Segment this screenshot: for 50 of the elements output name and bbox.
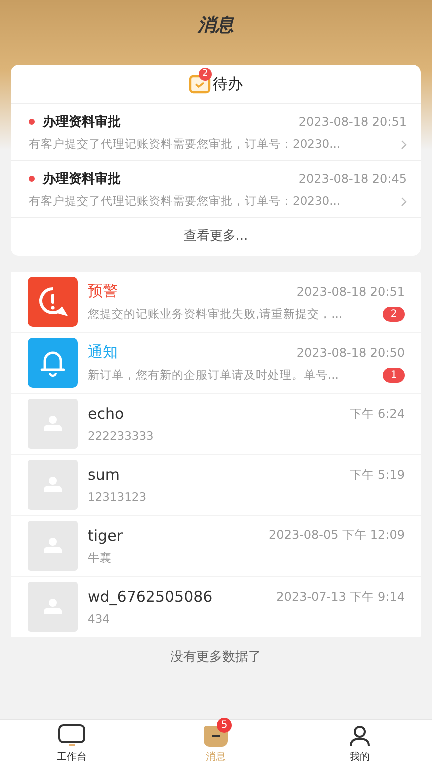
sender-name: sum	[88, 466, 120, 484]
person-icon	[348, 724, 372, 748]
bell-icon	[28, 338, 78, 388]
timestamp: 2023-08-05 下午 12:09	[269, 527, 405, 544]
sender-name: tiger	[88, 526, 123, 544]
sender-name: 预警	[88, 282, 118, 301]
message-preview: 434	[88, 612, 110, 626]
message-item[interactable]: wd_6762505086 2023-07-13 下午 9:14 434	[11, 577, 421, 638]
timestamp: 2023-08-18 20:51	[298, 115, 407, 129]
todo-item[interactable]: 办理资料审批 2023-08-18 20:51 有客户提交了代理记账资料需要您审批，订单号：20230...	[11, 104, 421, 161]
end-of-list-text: 没有更多数据了	[170, 649, 262, 666]
calendar-check-icon	[189, 74, 211, 94]
count-badge: 2	[199, 68, 212, 81]
sender-name: wd_6762505086	[88, 588, 213, 606]
message-preview: 新订单，您有新的企服订单请及时处理。单号...	[88, 368, 339, 383]
todo-title-text: 办理资料审批	[43, 170, 122, 188]
alert-icon	[28, 277, 78, 327]
nav-tab[interactable]: 5 消息	[144, 720, 288, 768]
count-badge: 5	[217, 718, 232, 733]
section-title: 待办	[213, 74, 243, 94]
chevron-right-icon	[401, 140, 407, 150]
timestamp: 2023-08-18 20:51	[296, 284, 405, 298]
view-more-link[interactable]: 查看更多...	[11, 218, 421, 256]
unread-count-badge: 2	[383, 307, 405, 322]
timestamp: 2023-07-13 下午 9:14	[276, 588, 405, 606]
todo-item[interactable]: 办理资料审批 2023-08-18 20:45 有客户提交了代理记账资料需要您审批，订单号：20230...	[11, 161, 421, 218]
message-preview: 您提交的记账业务资料审批失败,请重新提交，...	[88, 307, 343, 322]
message-item[interactable]: tiger 2023-08-05 下午 12:09 牛襄	[11, 516, 421, 577]
sender-name: 通知	[88, 343, 118, 362]
message-item[interactable]: sum 下午 5:19 12313123	[11, 455, 421, 516]
monitor-icon	[58, 724, 86, 748]
timestamp: 下午 5:19	[350, 466, 405, 484]
nav-tab[interactable]: 我的	[288, 720, 432, 768]
todo-description: 有客户提交了代理记账资料需要您审批，订单号：20230...	[29, 137, 342, 152]
message-preview: 牛襄	[88, 550, 112, 566]
todo-description: 有客户提交了代理记账资料需要您审批，订单号：20230...	[29, 194, 342, 209]
nav-tab[interactable]: 工作台	[0, 720, 144, 768]
timestamp: 下午 6:24	[350, 406, 405, 422]
todo-title-text: 办理资料审批	[43, 114, 122, 131]
message-item[interactable]: 预警 2023-08-18 20:51 您提交的记账业务资料审批失败,请重新提交，... 2	[11, 272, 421, 333]
message-preview: 12313123	[88, 490, 147, 504]
sender-name: echo	[88, 405, 124, 423]
timestamp: 2023-08-18 20:50	[296, 346, 405, 360]
chevron-right-icon	[401, 196, 407, 206]
message-item[interactable]: echo 下午 6:24 222233333	[11, 394, 421, 455]
timestamp: 2023-08-18 20:45	[298, 172, 407, 186]
message-item[interactable]: 通知 2023-08-18 20:50 新订单，您有新的企服订单请及时处理。单号... 1	[11, 333, 421, 394]
page-title: 消息	[198, 14, 234, 37]
unread-count-badge: 1	[383, 368, 405, 383]
message-preview: 222233333	[88, 429, 154, 443]
